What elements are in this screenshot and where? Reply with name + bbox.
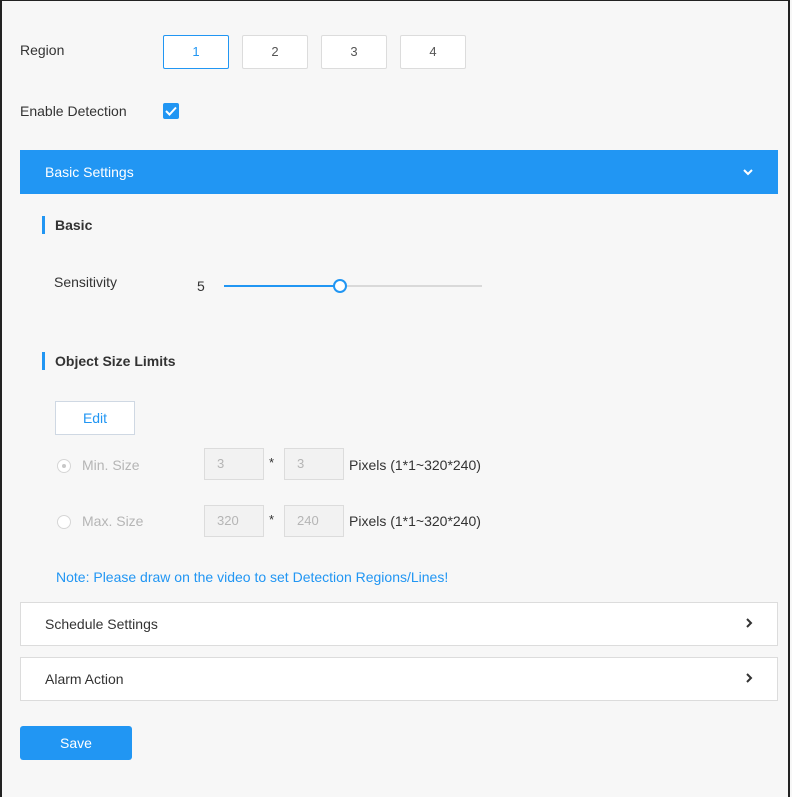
detection-note: Note: Please draw on the video to set De…: [56, 569, 449, 585]
basic-section-heading: Basic: [55, 217, 93, 233]
sensitivity-slider[interactable]: [224, 279, 482, 293]
region-label: Region: [20, 42, 65, 58]
chevron-right-icon: [745, 670, 753, 688]
basic-settings-header[interactable]: Basic Settings: [20, 150, 778, 194]
max-size-label: Max. Size: [82, 513, 144, 529]
sensitivity-label: Sensitivity: [54, 274, 118, 290]
schedule-settings-title: Schedule Settings: [45, 616, 158, 632]
enable-detection-label: Enable Detection: [20, 103, 127, 119]
slider-handle[interactable]: [333, 279, 348, 293]
chevron-right-icon: [745, 615, 753, 633]
sensitivity-value: 5: [197, 278, 205, 294]
schedule-settings-header[interactable]: Schedule Settings: [20, 602, 778, 646]
alarm-action-header[interactable]: Alarm Action: [20, 657, 778, 701]
slider-fill: [224, 285, 341, 287]
max-size-range: Pixels (1*1~320*240): [349, 513, 481, 529]
max-width-input[interactable]: 320: [204, 505, 264, 537]
max-size-separator: *: [269, 512, 275, 527]
max-size-radio[interactable]: [57, 515, 71, 529]
alarm-action-title: Alarm Action: [45, 671, 124, 687]
min-size-radio[interactable]: [57, 459, 71, 473]
check-icon: [165, 106, 177, 116]
region-button-3[interactable]: 3: [321, 35, 387, 69]
min-size-label: Min. Size: [82, 457, 140, 473]
basic-section-marker: [42, 216, 45, 234]
max-height-input[interactable]: 240: [284, 505, 344, 537]
min-height-input[interactable]: 3: [284, 448, 344, 480]
region-button-4[interactable]: 4: [400, 35, 466, 69]
object-size-heading: Object Size Limits: [55, 353, 176, 369]
basic-settings-title: Basic Settings: [45, 164, 134, 180]
object-size-section-marker: [42, 352, 45, 370]
region-button-2[interactable]: 2: [242, 35, 308, 69]
min-width-input[interactable]: 3: [204, 448, 264, 480]
min-size-separator: *: [269, 455, 275, 470]
min-size-range: Pixels (1*1~320*240): [349, 457, 481, 473]
save-button[interactable]: Save: [20, 726, 132, 760]
chevron-down-icon: [743, 163, 753, 181]
enable-detection-checkbox[interactable]: [163, 103, 179, 119]
region-button-1[interactable]: 1: [163, 35, 229, 69]
edit-button[interactable]: Edit: [55, 401, 135, 435]
